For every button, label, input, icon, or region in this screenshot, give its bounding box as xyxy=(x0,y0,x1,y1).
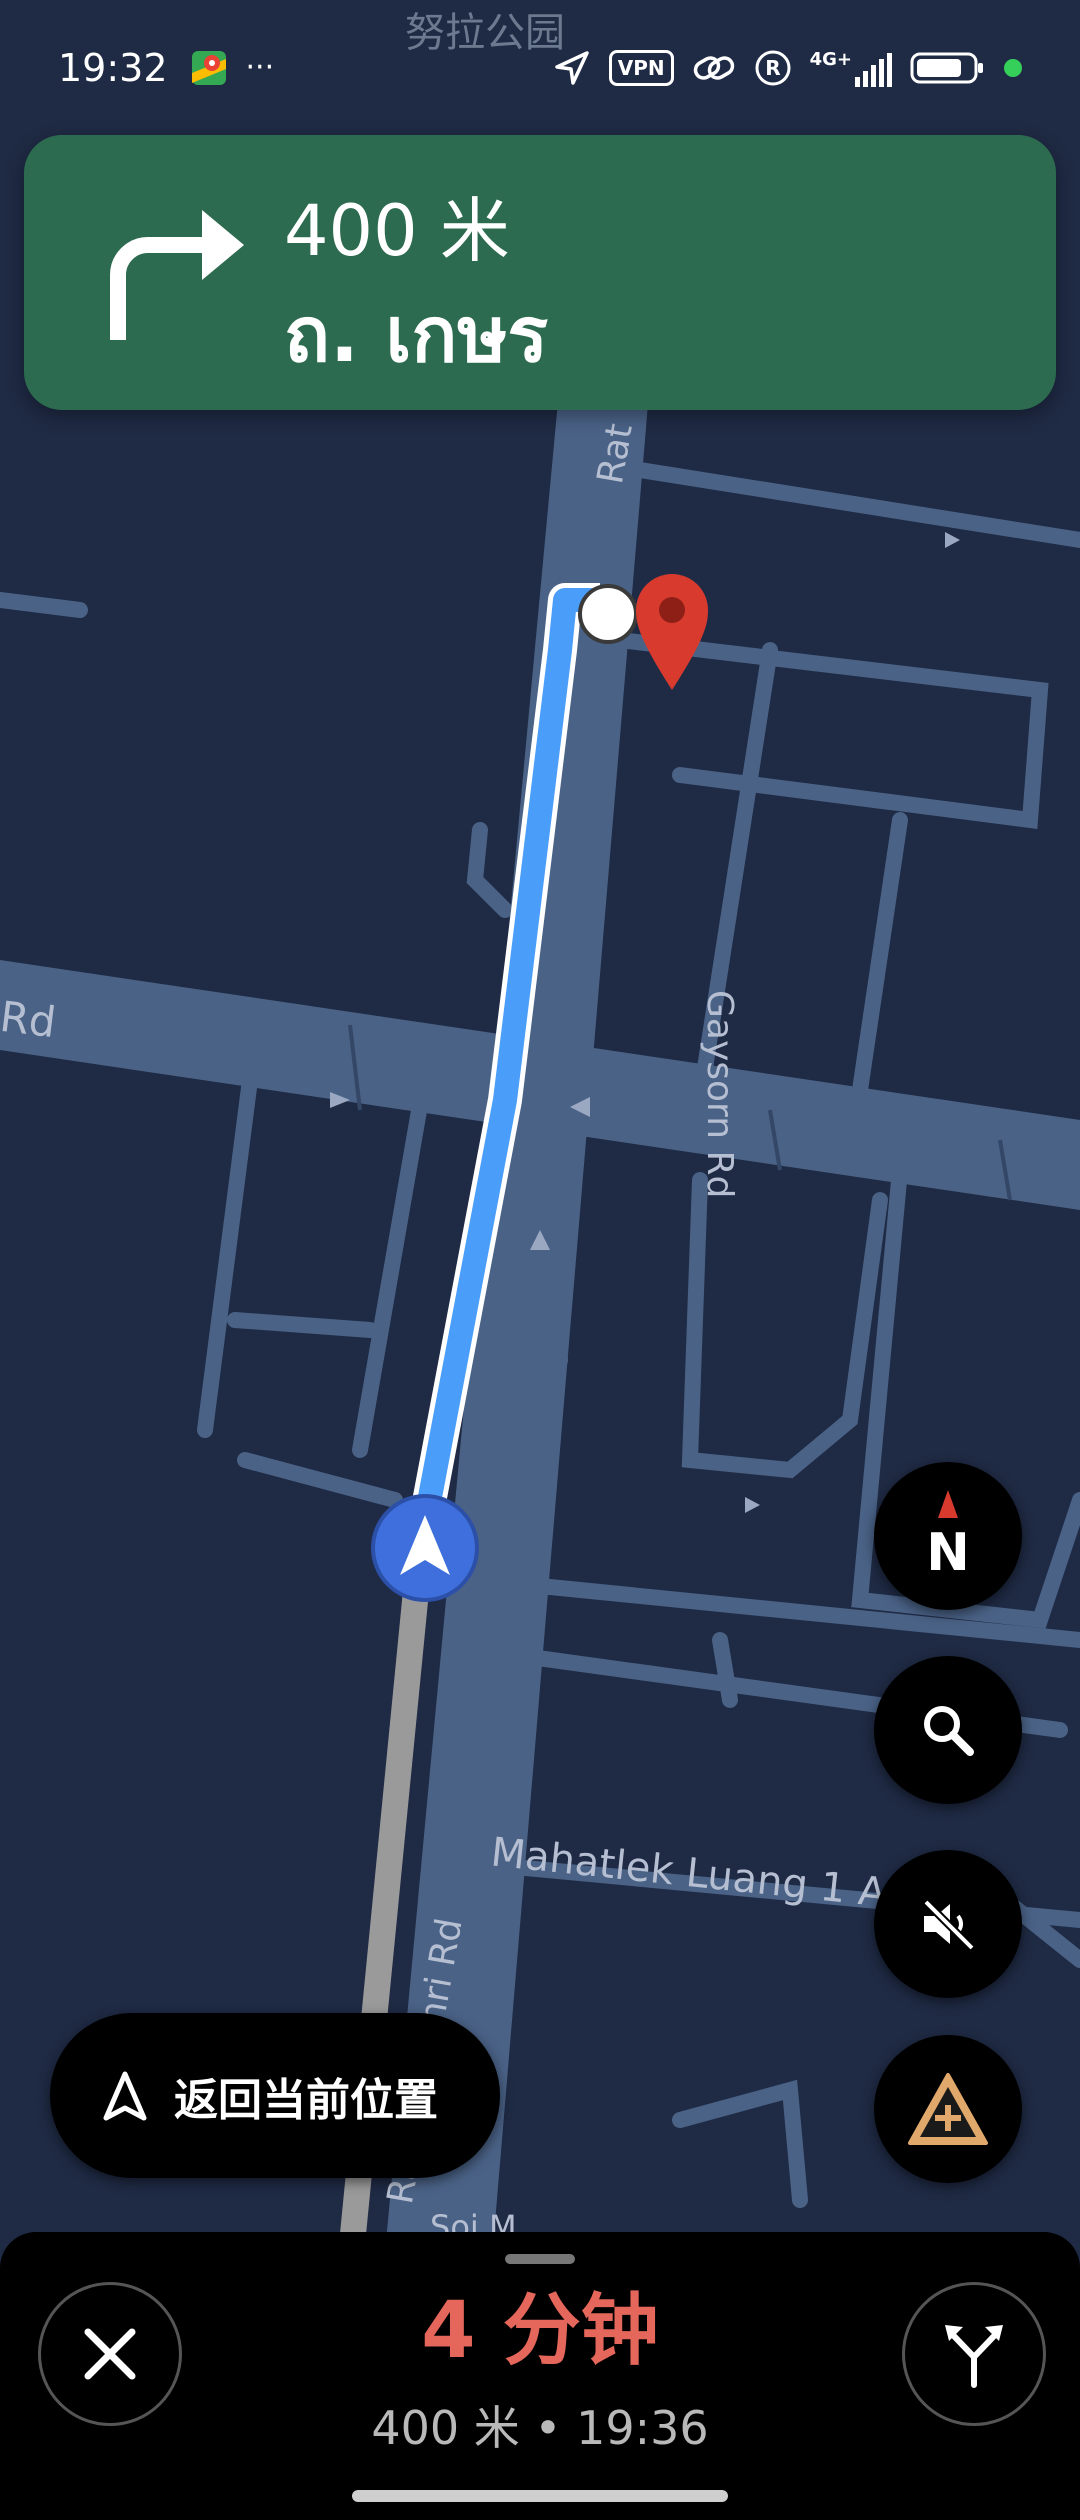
recenter-label: 返回当前位置 xyxy=(174,2074,438,2126)
compass-button[interactable]: N xyxy=(874,1462,1022,1610)
trip-summary-sheet[interactable]: 4 分钟 400 米 • 19:36 xyxy=(0,2232,1080,2520)
navigation-arrow-icon xyxy=(103,2071,147,2120)
hazard-report-icon xyxy=(908,2073,988,2145)
vpn-icon: VPN xyxy=(608,49,674,86)
signal-strength-icon: 4G+ xyxy=(810,49,892,87)
location-arrow-icon xyxy=(554,50,589,85)
map-label-rd: Rd xyxy=(0,991,59,1048)
home-indicator[interactable] xyxy=(352,2490,728,2502)
search-icon xyxy=(924,1706,974,1756)
svg-text:R: R xyxy=(765,56,780,80)
compass-icon: N xyxy=(926,1490,970,1583)
route-options-icon xyxy=(945,2325,1003,2388)
maps-app-icon xyxy=(191,50,226,85)
status-bar: 19:32 ··· VPN R 4G+ xyxy=(0,0,1080,135)
map-label-gaysorn-rd: Gaysorn Rd xyxy=(699,990,740,1199)
search-button[interactable] xyxy=(874,1656,1022,1804)
battery-icon xyxy=(910,52,983,83)
privacy-dot-icon xyxy=(1004,58,1022,77)
status-time: 19:32 xyxy=(58,45,168,90)
volume-mute-icon xyxy=(923,1899,975,1951)
roaming-icon: R xyxy=(755,50,791,85)
link-icon xyxy=(693,55,734,80)
more-notifications-icon: ··· xyxy=(245,50,275,85)
eta-distance-arrival: 400 米 • 19:36 xyxy=(371,2401,709,2455)
nav-street-name: ถ. เกษร xyxy=(284,290,549,379)
navigation-instruction-card[interactable]: 400 米 ถ. เกษร xyxy=(24,135,1056,410)
report-incident-button[interactable] xyxy=(874,2035,1022,2183)
recenter-button[interactable]: 返回当前位置 xyxy=(50,2013,500,2178)
nav-distance: 400 米 xyxy=(284,190,510,272)
mute-button[interactable] xyxy=(874,1850,1022,1998)
turn-right-icon xyxy=(110,210,244,340)
compass-label: N xyxy=(926,1523,970,1583)
network-type-label: 4G+ xyxy=(809,48,852,70)
alternate-routes-button[interactable] xyxy=(902,2282,1046,2426)
sheet-drag-handle[interactable] xyxy=(505,2254,575,2264)
